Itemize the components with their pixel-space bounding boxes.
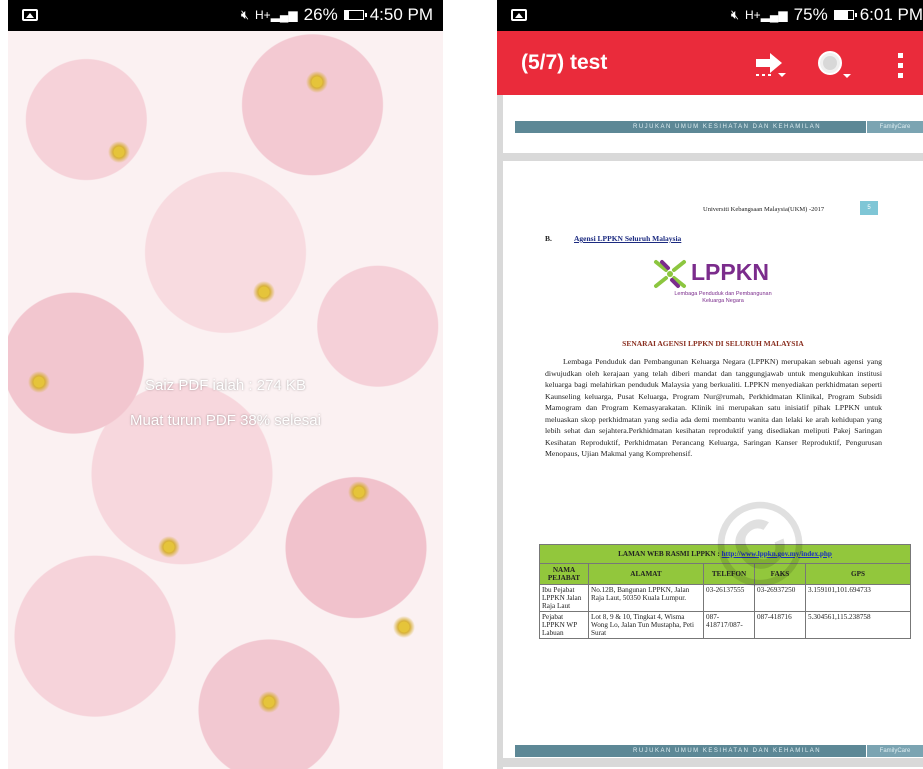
clock: 4:50 PM (369, 5, 433, 24)
pdf-size-text: Saiz PDF ialah : 274 KB (145, 377, 306, 394)
logo-subtitle: Lembaga Penduduk dan Pembangunan Keluarg… (653, 291, 793, 305)
agency-list-heading: SENARAI AGENSI LPPKN DI SELURUH MALAYSIA (622, 339, 804, 348)
flower-center (306, 71, 328, 93)
table-cell: Lot 8, 9 & 10, Tingkat 4, Wisma Wong Lo,… (588, 611, 704, 639)
banner-tag: FamilyCare (866, 745, 923, 757)
lppkn-logo: LPPKN Lembaga Penduduk dan Pembangunan K… (653, 257, 793, 315)
image-notification-icon (511, 9, 527, 21)
mute-icon: 🔇︎ (240, 7, 250, 22)
battery-percent: 26% (303, 5, 338, 24)
column-header: ALAMAT (588, 563, 704, 585)
flower-center (258, 691, 280, 713)
table-cell: 087-418717/087- (703, 611, 755, 639)
section-title: Agensi LPPKN Seluruh Malaysia (574, 234, 682, 243)
column-header: NAMA PEJABAT (539, 563, 589, 585)
page-number: 5 (860, 201, 878, 215)
signal-icon: H+▂▄▆ (745, 8, 788, 22)
toolbar-title: (5/7) test (521, 51, 608, 74)
signal-icon: H+▂▄▆ (255, 8, 298, 22)
search-icon[interactable] (815, 49, 853, 81)
overflow-menu-icon[interactable] (896, 53, 906, 79)
status-right: 🔇︎ H+▂▄▆ 26% 4:50 PM (241, 5, 433, 25)
status-bar: 🔇︎ H+▂▄▆ 26% 4:50 PM (8, 0, 443, 31)
left-phone-screen: 🔇︎ H+▂▄▆ 26% 4:50 PM Saiz PDF ialah : 27… (8, 0, 443, 769)
table-cell: 5.304561,115.238758 (805, 611, 911, 639)
table-cell: No.12B, Bangunan LPPKN, Jalan Raja Laut,… (588, 584, 704, 612)
table-title-prefix: LAMAN WEB RASMI LPPKN : (618, 550, 722, 558)
logo-text: LPPKN (691, 259, 769, 285)
pdf-page: Universiti Kebangsaan Malaysia(UKM) -201… (503, 161, 923, 758)
banner-tag: FamilyCare (866, 121, 923, 133)
pdf-viewer[interactable]: RUJUKAN UMUM KESIHATAN DAN KEHAMILAN Fam… (497, 95, 923, 769)
banner-text: RUJUKAN UMUM KESIHATAN DAN KEHAMILAN (633, 124, 822, 130)
footer-banner: RUJUKAN UMUM KESIHATAN DAN KEHAMILAN Fam… (515, 745, 923, 757)
table-row: Ibu Pejabat LPPKN Jalan Raja Laut No.12B… (539, 584, 911, 612)
flower-center (158, 536, 180, 558)
right-phone-screen: 🔇︎ H+▂▄▆ 75% 6:01 PM (5/7) test RUJUKAN … (497, 0, 923, 769)
flower-center (348, 481, 370, 503)
banner-text: RUJUKAN UMUM KESIHATAN DAN KEHAMILAN (633, 748, 822, 754)
clock: 6:01 PM (859, 5, 923, 24)
download-progress-text: Muat turun PDF 38% selesai (130, 412, 321, 429)
logo-subtitle-line2: Keluarga Negara (702, 298, 744, 304)
battery-icon (343, 10, 367, 20)
battery-percent: 75% (793, 5, 828, 24)
logo-subtitle-line1: Lembaga Penduduk dan Pembangunan (674, 291, 772, 297)
toolbar: (5/7) test (497, 31, 923, 95)
pdf-page-previous: RUJUKAN UMUM KESIHATAN DAN KEHAMILAN Fam… (503, 95, 923, 153)
status-bar: 🔇︎ H+▂▄▆ 75% 6:01 PM (497, 0, 923, 31)
page-header: Universiti Kebangsaan Malaysia(UKM) -201… (703, 206, 825, 213)
table-row: Pejabat LPPKN WP Labuan Lot 8, 9 & 10, T… (539, 611, 911, 639)
flower-center (253, 281, 275, 303)
lppkn-logo-icon (654, 260, 686, 288)
section-letter: B. (545, 234, 552, 243)
battery-icon (833, 10, 857, 20)
intro-paragraph: Lembaga Penduduk dan Pembangunan Keluarg… (545, 357, 882, 458)
share-icon[interactable] (752, 49, 788, 79)
table-cell: 3.159101,101.694733 (805, 584, 911, 612)
header-banner: RUJUKAN UMUM KESIHATAN DAN KEHAMILAN Fam… (515, 121, 923, 133)
flower-center (108, 141, 130, 163)
blossom-wallpaper (8, 31, 443, 769)
table-cell: Pejabat LPPKN WP Labuan (539, 611, 589, 639)
flower-center (393, 616, 415, 638)
mute-icon: 🔇︎ (730, 7, 740, 22)
status-right: 🔇︎ H+▂▄▆ 75% 6:01 PM (731, 5, 923, 25)
image-notification-icon (22, 9, 38, 21)
table-cell: Ibu Pejabat LPPKN Jalan Raja Laut (539, 584, 589, 612)
